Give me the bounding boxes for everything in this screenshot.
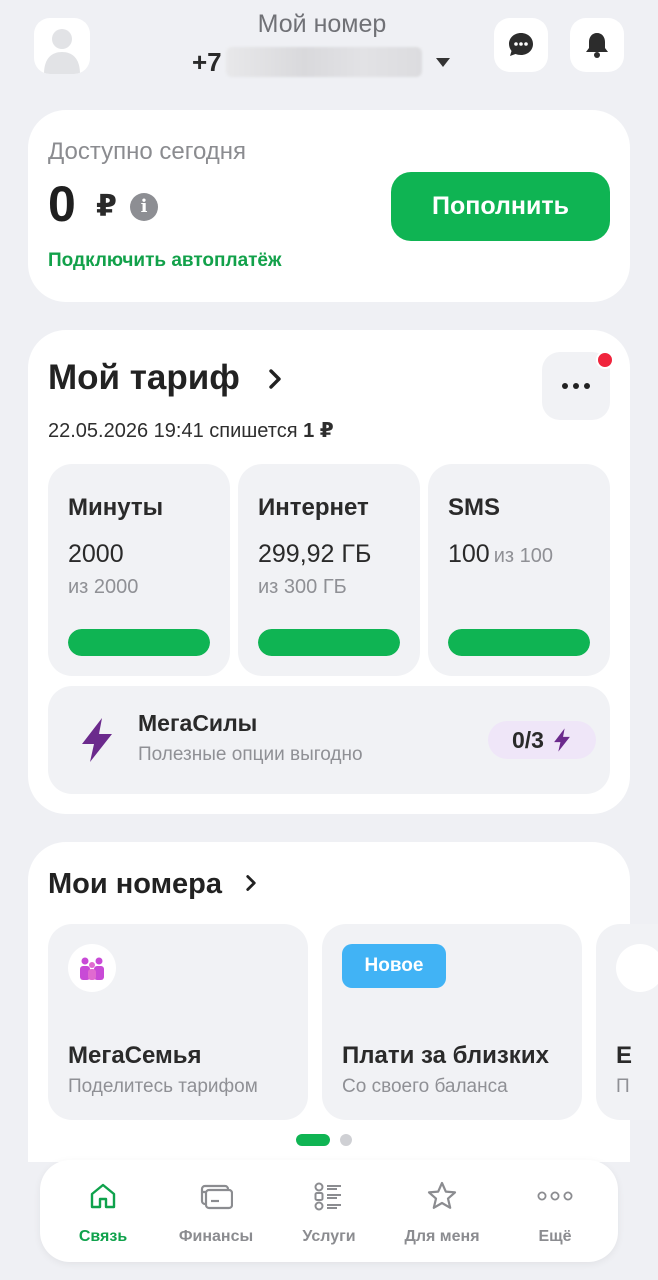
more-dots-icon: [537, 1191, 573, 1201]
number-card-subtitle: Поделитесь тарифом: [68, 1076, 258, 1097]
services-list-icon: [314, 1182, 341, 1211]
my-numbers-title: Мои номера: [48, 868, 223, 900]
tariff-title-link[interactable]: Мой тариф: [48, 358, 286, 398]
family-icon: [68, 944, 116, 992]
tab-eshche[interactable]: Ещё: [505, 1178, 605, 1246]
info-icon[interactable]: i: [130, 193, 158, 221]
pagination-dot-active[interactable]: [296, 1134, 330, 1146]
chat-icon: [509, 33, 533, 56]
autopay-link[interactable]: Подключить автоплатёж: [48, 250, 281, 272]
my-numbers-title-link[interactable]: Мои номера: [48, 868, 260, 901]
charge-info: 22.05.2026 19:41 спишется 1 ₽: [48, 418, 334, 443]
number-card-subtitle: Со своего баланса: [342, 1076, 508, 1097]
megasily-title: МегаСилы: [138, 710, 258, 736]
card-icon: [616, 944, 658, 992]
phone-selector[interactable]: +7: [192, 46, 450, 78]
tab-label: Финансы: [178, 1228, 254, 1245]
progress-fill: [258, 629, 400, 656]
tile-value-row: 100 из 100: [448, 540, 553, 569]
notification-dot: [596, 351, 614, 369]
topup-button[interactable]: Пополнить: [391, 172, 610, 241]
tariff-title: Мой тариф: [48, 358, 240, 397]
progress-fill: [448, 629, 590, 656]
pagination-dot[interactable]: [340, 1134, 352, 1146]
tab-label: Связь: [78, 1228, 128, 1245]
lightning-small-icon: [554, 728, 570, 752]
tile-internet[interactable]: Интернет 299,92 ГБ из 300 ГБ: [238, 464, 420, 676]
balance-label: Доступно сегодня: [48, 138, 247, 165]
balance-amount: 0: [48, 176, 76, 232]
number-card-subtitle: П: [616, 1076, 630, 1097]
chevron-right-icon: [246, 875, 256, 891]
number-card-title: Плати за близких: [342, 1042, 549, 1069]
chevron-down-icon: [435, 57, 450, 67]
tab-uslugi[interactable]: Услуги: [279, 1178, 379, 1246]
charge-amount: 1 ₽: [303, 420, 334, 442]
notifications-button[interactable]: [570, 18, 624, 72]
star-icon: [427, 1181, 457, 1209]
progress-bar: [448, 629, 590, 656]
progress-fill: [68, 629, 210, 656]
progress-bar: [258, 629, 400, 656]
phone-number-prefix: +7: [192, 46, 222, 77]
megasily-progress-badge: 0/3: [488, 721, 596, 759]
megasily-progress: 0/3: [512, 726, 544, 753]
home-icon: [90, 1183, 116, 1209]
number-card-title: E: [616, 1042, 633, 1069]
tab-label: Для меня: [404, 1228, 480, 1245]
wallet-icon: [200, 1184, 233, 1210]
tile-sub: из 2000: [68, 576, 139, 598]
number-card-megasemya[interactable]: МегаСемья Поделитесь тарифом: [48, 924, 308, 1120]
new-badge: Новое: [342, 944, 446, 988]
tab-label: Ещё: [538, 1228, 572, 1245]
megasily-subtitle: Полезные опции выгодно: [138, 744, 363, 765]
number-card-title: МегаСемья: [68, 1042, 202, 1069]
number-card-partial[interactable]: E П: [596, 924, 658, 1120]
more-dots-icon: [562, 383, 590, 389]
charge-date: 22.05.2026 19:41 спишется: [48, 420, 304, 442]
lightning-icon: [82, 718, 112, 762]
bottom-tab-bar: Связь Финансы Услуги Для меня Ещё: [40, 1160, 618, 1262]
bell-icon: [586, 33, 608, 58]
tile-title: SMS: [448, 494, 501, 521]
phone-number-hidden: [225, 47, 422, 77]
tile-sub: из 100: [493, 545, 553, 567]
number-card-pay-for-relatives[interactable]: Новое Плати за близких Со своего баланса: [322, 924, 582, 1120]
tab-svyaz[interactable]: Связь: [53, 1178, 153, 1246]
tile-minutes[interactable]: Минуты 2000 из 2000: [48, 464, 230, 676]
tile-sub: из 300 ГБ: [258, 576, 347, 598]
progress-bar: [68, 629, 210, 656]
tile-title: Интернет: [258, 494, 369, 521]
tile-value: 2000: [68, 540, 124, 568]
tile-value: 299,92 ГБ: [258, 540, 372, 568]
tab-dlya-menya[interactable]: Для меня: [392, 1178, 492, 1246]
chevron-right-icon: [268, 369, 281, 389]
chat-button[interactable]: [494, 18, 548, 72]
balance-currency: ₽: [96, 190, 117, 223]
tab-label: Услуги: [302, 1228, 356, 1245]
tab-finansy[interactable]: Финансы: [166, 1178, 266, 1246]
tile-title: Минуты: [68, 494, 164, 521]
tile-value: 100: [448, 540, 490, 568]
tile-sms[interactable]: SMS 100 из 100: [428, 464, 610, 676]
